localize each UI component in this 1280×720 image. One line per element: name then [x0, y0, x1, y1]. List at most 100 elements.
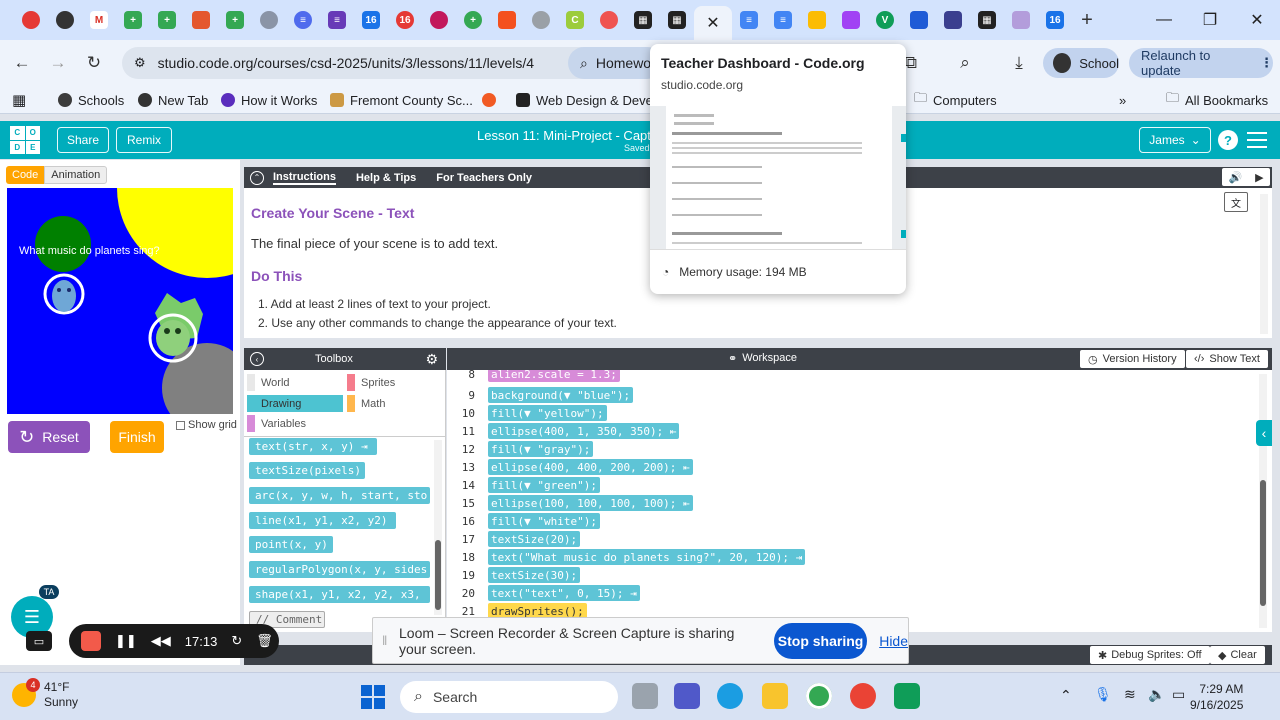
- tab[interactable]: [422, 0, 456, 40]
- chrome-icon[interactable]: [806, 683, 832, 709]
- code-block[interactable]: fill(▼ "gray");: [488, 441, 594, 457]
- tab[interactable]: [14, 0, 48, 40]
- code-logo[interactable]: C O D E: [10, 126, 40, 154]
- gear-icon[interactable]: ⚙: [425, 351, 438, 368]
- code-block[interactable]: background(▼ "blue");: [488, 387, 634, 403]
- code-block[interactable]: fill(▼ "yellow");: [488, 405, 607, 421]
- forward-icon[interactable]: →: [45, 50, 71, 76]
- download-icon[interactable]: ⤓: [1006, 50, 1032, 76]
- hamburger-menu-icon[interactable]: [1247, 130, 1267, 150]
- block-point[interactable]: point(x, y): [249, 536, 333, 553]
- code-line[interactable]: 19 textSize(30);: [447, 566, 1257, 584]
- tab[interactable]: ≡: [732, 0, 766, 40]
- tab-help-tips[interactable]: Help & Tips: [356, 172, 416, 184]
- block-arc[interactable]: arc(x, y, w, h, start, sto: [249, 487, 430, 504]
- tab[interactable]: 16: [354, 0, 388, 40]
- translate-icon[interactable]: 文: [1224, 192, 1248, 212]
- category-math[interactable]: Math: [347, 395, 443, 412]
- tab[interactable]: [834, 0, 868, 40]
- url-text[interactable]: studio.code.org/courses/csd-2025/units/3…: [158, 55, 534, 71]
- bookmark-fremont[interactable]: Fremont County Sc...: [330, 91, 473, 109]
- camera-icon[interactable]: ▭: [26, 631, 52, 651]
- trash-icon[interactable]: 🗑: [256, 633, 273, 649]
- code-mode-tab[interactable]: Code: [6, 166, 45, 184]
- debug-sprites-button[interactable]: ✱ Debug Sprites: Off: [1090, 646, 1210, 664]
- restart-icon[interactable]: ↻: [231, 633, 242, 649]
- tab[interactable]: [592, 0, 626, 40]
- minimize-icon[interactable]: —: [1141, 0, 1187, 40]
- speaker-icon[interactable]: 🔊: [1228, 171, 1242, 184]
- block-line[interactable]: line(x1, y1, x2, y2): [249, 512, 396, 529]
- bookmark-how-it-works[interactable]: How it Works: [221, 91, 317, 109]
- taskbar-search[interactable]: ⌕ Search: [400, 681, 618, 713]
- tab[interactable]: C: [558, 0, 592, 40]
- tab[interactable]: +: [116, 0, 150, 40]
- tab[interactable]: ▦: [626, 0, 660, 40]
- editor-scroll-thumb[interactable]: [1260, 480, 1266, 606]
- code-line[interactable]: 11 ellipse(400, 1, 350, 350); ⇤: [447, 422, 1257, 440]
- show-grid-checkbox[interactable]: Show grid: [176, 419, 237, 431]
- share-button[interactable]: Share: [57, 127, 109, 153]
- volume-icon[interactable]: 🔈: [1148, 686, 1165, 703]
- tab[interactable]: [902, 0, 936, 40]
- tab[interactable]: M: [82, 0, 116, 40]
- active-tab-close-icon[interactable]: ✕: [694, 6, 732, 40]
- code-line[interactable]: 10 fill(▼ "yellow");: [447, 404, 1257, 422]
- tab[interactable]: +: [218, 0, 252, 40]
- remix-button[interactable]: Remix: [116, 127, 172, 153]
- tab[interactable]: [490, 0, 524, 40]
- hide-link[interactable]: Hide: [879, 633, 908, 649]
- tab[interactable]: ≡: [320, 0, 354, 40]
- code-line[interactable]: 13 ellipse(400, 400, 200, 200); ⇤: [447, 458, 1257, 476]
- system-clock[interactable]: 7:29 AM 9/16/2025: [1190, 681, 1243, 713]
- code-line[interactable]: 17 textSize(20);: [447, 530, 1257, 548]
- battery-icon[interactable]: ▭: [1172, 686, 1185, 703]
- tab[interactable]: [252, 0, 286, 40]
- play-icon[interactable]: ▶: [1255, 171, 1263, 184]
- teams-icon[interactable]: [674, 683, 700, 709]
- stop-sharing-button[interactable]: Stop sharing: [773, 622, 868, 659]
- tab[interactable]: ≡: [286, 0, 320, 40]
- close-window-icon[interactable]: ✕: [1234, 0, 1280, 40]
- tab[interactable]: +: [150, 0, 184, 40]
- bookmark-web-design[interactable]: Web Design & Deve...: [516, 91, 664, 109]
- block-regularpolygon[interactable]: regularPolygon(x, y, sides: [249, 561, 430, 578]
- tab[interactable]: [184, 0, 218, 40]
- animation-mode-tab[interactable]: Animation: [44, 166, 108, 184]
- toolbox-scrollbar[interactable]: [434, 440, 442, 615]
- clear-button[interactable]: ◆ Clear: [1210, 646, 1265, 664]
- bookmark-schools[interactable]: Schools: [58, 91, 124, 109]
- wifi-icon[interactable]: ≋: [1124, 686, 1136, 703]
- category-sprites[interactable]: Sprites: [347, 374, 443, 391]
- code-block[interactable]: text("text", 0, 15); ⇥: [488, 585, 640, 601]
- code-line[interactable]: 18 text("What music do planets sing?", 20…: [447, 548, 1257, 566]
- tab[interactable]: V: [868, 0, 902, 40]
- rewind-icon[interactable]: ◀◀: [151, 633, 171, 649]
- stop-recording-icon[interactable]: [81, 631, 101, 651]
- tab[interactable]: ≡: [766, 0, 800, 40]
- code-line[interactable]: 12 fill(▼ "gray");: [447, 440, 1257, 458]
- tab[interactable]: ▦: [970, 0, 1004, 40]
- block-text[interactable]: text(str, x, y) ⇥: [249, 438, 377, 455]
- edge-icon[interactable]: [717, 683, 743, 709]
- omnibox-tab-chip[interactable]: ⌕ Homewo: [568, 47, 664, 79]
- chrome-icon[interactable]: [850, 683, 876, 709]
- sheets-icon[interactable]: [894, 683, 920, 709]
- relaunch-button[interactable]: Relaunch to update ⋮: [1129, 48, 1273, 78]
- weather-widget[interactable]: 4 41°F Sunny: [12, 678, 78, 710]
- tab-instructions[interactable]: Instructions: [273, 171, 336, 185]
- code-block[interactable]: ellipse(100, 100, 100, 100); ⇤: [488, 495, 693, 511]
- version-history-button[interactable]: ◷ Version History: [1080, 350, 1185, 368]
- microphone-icon[interactable]: 🎙: [1094, 686, 1112, 703]
- code-block[interactable]: ellipse(400, 400, 200, 200); ⇤: [488, 459, 693, 475]
- category-variables[interactable]: Variables: [247, 415, 343, 432]
- game-stage[interactable]: What music do planets sing?: [7, 188, 233, 414]
- pause-icon[interactable]: ❚❚: [115, 633, 137, 649]
- user-menu-button[interactable]: James ⌄: [1139, 127, 1211, 153]
- tab[interactable]: +: [456, 0, 490, 40]
- tab[interactable]: [1004, 0, 1038, 40]
- code-line[interactable]: 15 ellipse(100, 100, 100, 100); ⇤: [447, 494, 1257, 512]
- reload-icon[interactable]: ↻: [81, 50, 107, 76]
- tab[interactable]: 16: [388, 0, 422, 40]
- new-tab-button[interactable]: +: [1072, 0, 1102, 40]
